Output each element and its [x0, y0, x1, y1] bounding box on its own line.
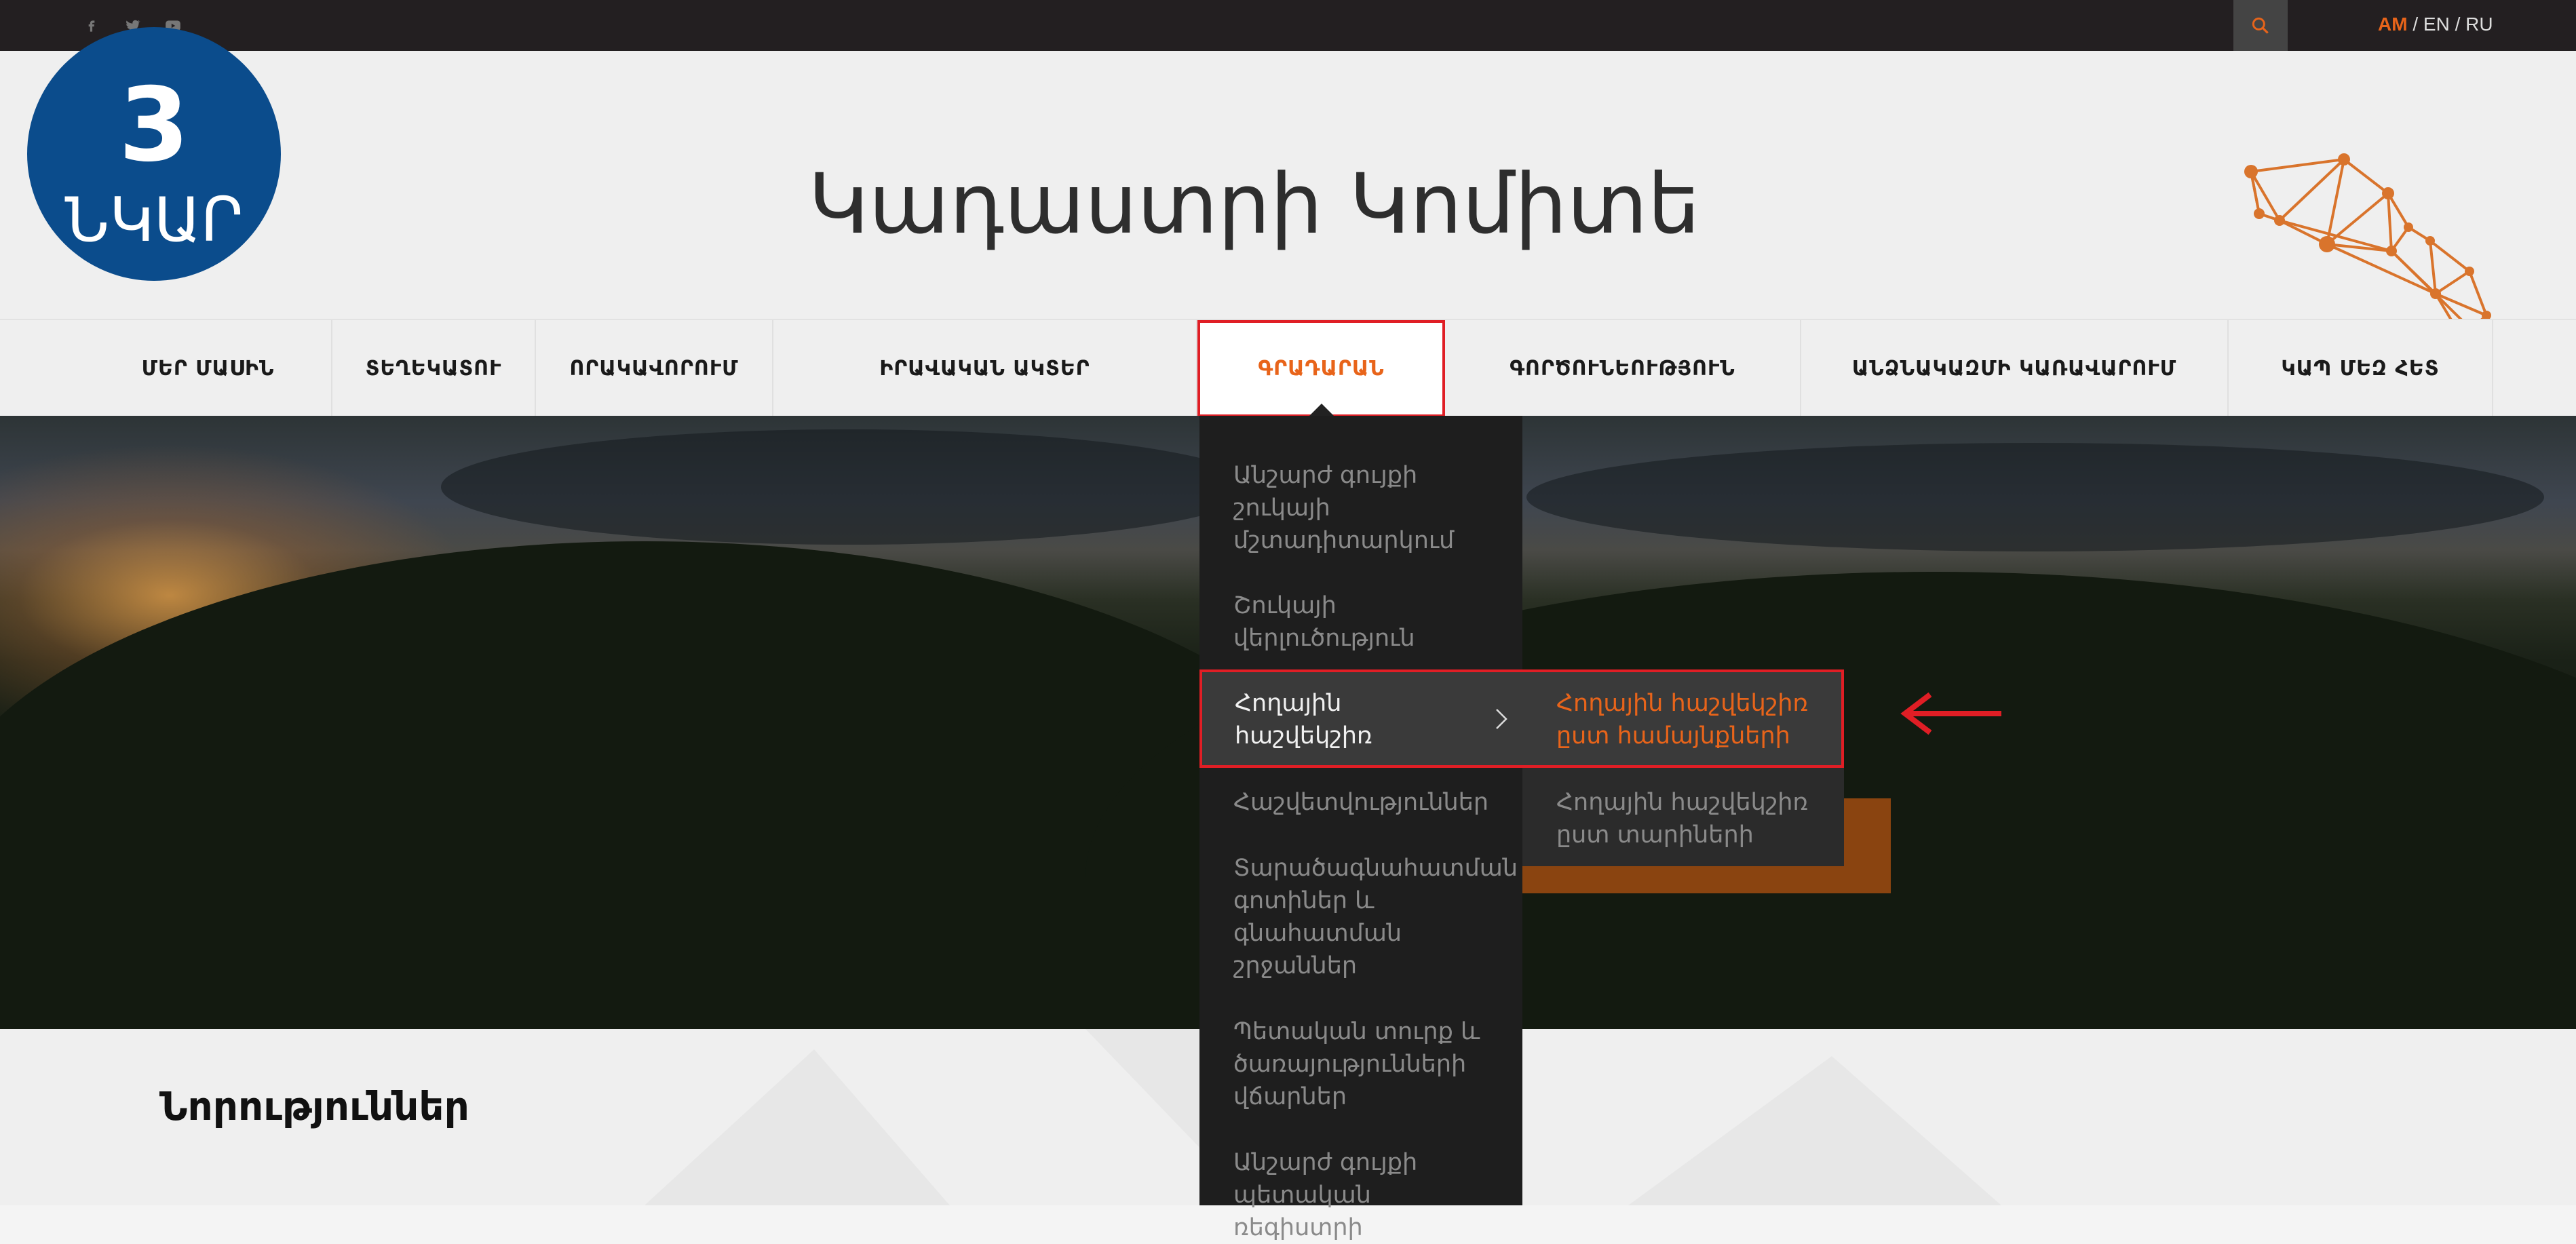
search-icon: [2252, 17, 2269, 34]
nav-legal-acts[interactable]: ԻՐԱՎԱԿԱՆ ԱԿՏԵՐ: [773, 320, 1197, 417]
main-nav: ՄԵՐ ՄԱՍԻՆ ՏԵՂԵԿԱՏՈՒ ՈՐԱԿԱՎՈՐՈՒՄ ԻՐԱՎԱԿԱՆ…: [0, 319, 2576, 417]
submenu-item-by-years[interactable]: Հողային հաշվեկշիռ ըստ տարիների: [1522, 768, 1844, 866]
news-title: Նորություններ: [159, 1083, 469, 1129]
dropdown-item-land-balance[interactable]: Հողային հաշվեկշիռ Հողային հաշվեկշիռ ըստ …: [1199, 669, 1844, 768]
dropdown-item-state-registry[interactable]: Անշարժ գույքի պետական ռեգիստրի: [1233, 1146, 1505, 1244]
lang-am[interactable]: AM: [2378, 14, 2408, 35]
dropdown-item-reports[interactable]: Հաշվետվություններ: [1233, 786, 1505, 819]
nav-personnel[interactable]: ԱՆՁՆԱԿԱԶՄԻ ԿԱՌԱՎԱՐՈՒՄ: [1801, 320, 2229, 417]
search-button[interactable]: [2233, 0, 2288, 51]
submenu-item-by-communities[interactable]: Հողային հաշվեկշիռ ըստ համայնքների: [1556, 687, 1828, 752]
dropdown-item-state-fees[interactable]: Պետական տուրք և ծառայությունների վճարներ: [1233, 1015, 1505, 1113]
nav-activities[interactable]: ԳՈՐԾՈՒՆԵՈՒԹՅՈՒՆ: [1445, 320, 1801, 417]
nav-info[interactable]: ՏԵՂԵԿԱՏՈՒ: [332, 320, 536, 417]
nav-contact[interactable]: ԿԱՊ ՄԵԶ ՀԵՏ: [2229, 320, 2493, 417]
top-bar: AM / EN / RU: [0, 0, 2576, 51]
nav-library[interactable]: ԳՐԱԴԱՐԱՆ: [1197, 320, 1445, 417]
dropdown-item-market-monitoring[interactable]: Անշարժ գույքի շուկայի մշտադիտարկում: [1233, 459, 1505, 557]
chevron-right-icon: [1496, 709, 1507, 729]
facebook-icon[interactable]: [78, 15, 105, 37]
badge-label: ՆԿԱՐ: [64, 184, 244, 256]
lang-ru[interactable]: RU: [2465, 14, 2493, 35]
lang-en[interactable]: EN: [2423, 14, 2450, 35]
step-badge: 3 ՆԿԱՐ: [27, 27, 281, 281]
badge-number: 3: [118, 66, 190, 184]
library-dropdown: Անշարժ գույքի շուկայի մշտադիտարկում Շուկ…: [1199, 416, 1522, 1241]
nav-about[interactable]: ՄԵՐ ՄԱՍԻՆ: [85, 320, 332, 417]
language-switcher: AM / EN / RU: [2378, 14, 2493, 35]
site-header: Կադաստրի Կոմիտե: [0, 51, 2576, 358]
dropdown-item-valuation-zones[interactable]: Տարածագնահատման գոտիներ և գնահատման շրջա…: [1233, 852, 1518, 982]
dropdown-item-market-analysis[interactable]: Շուկայի վերլուծություն: [1233, 589, 1505, 655]
nav-qualification[interactable]: ՈՐԱԿԱՎՈՐՈՒՄ: [536, 320, 773, 417]
annotation-arrow-icon: [1900, 692, 2001, 735]
dropdown-item-label: Հողային հաշվեկշիռ: [1235, 690, 1372, 750]
site-title[interactable]: Կադաստրի Կոմիտե: [0, 156, 2508, 252]
submenu-item-label: Հողային հաշվեկշիռ ըստ տարիների: [1556, 789, 1809, 849]
dropdown-caret: [1309, 404, 1334, 416]
